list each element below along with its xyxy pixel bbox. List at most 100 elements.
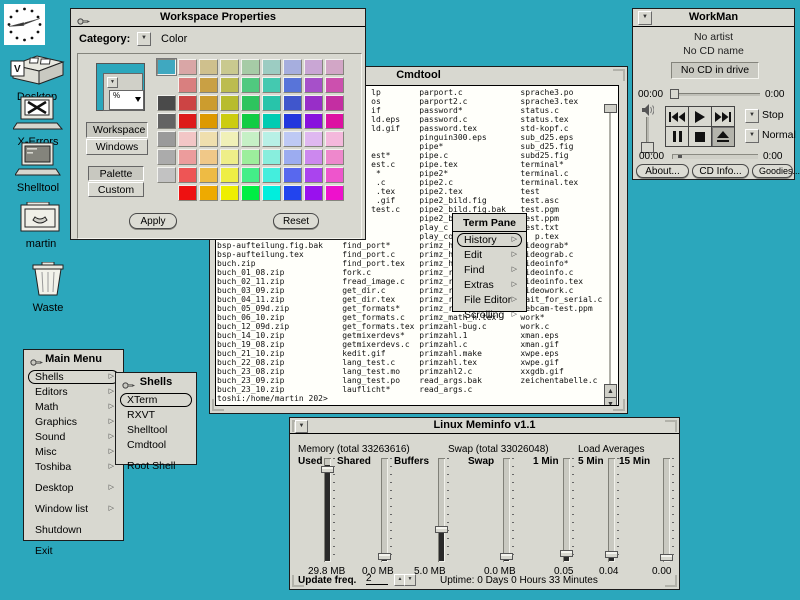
palette-swatch[interactable] (220, 185, 239, 201)
palette-button[interactable]: Palette (88, 166, 144, 181)
palette-swatch[interactable] (157, 95, 176, 111)
palette-swatch[interactable] (241, 185, 260, 201)
track-slider-handle[interactable] (670, 89, 679, 99)
palette-swatch[interactable] (304, 95, 323, 111)
palette-swatch[interactable] (325, 113, 344, 129)
palette-swatch[interactable] (283, 149, 302, 165)
palette-swatch[interactable] (220, 167, 239, 183)
palette-swatch[interactable] (262, 131, 281, 147)
palette-swatch[interactable] (199, 95, 218, 111)
palette-swatch[interactable] (262, 113, 281, 129)
windows-button[interactable]: Windows (86, 139, 148, 155)
palette-swatch[interactable] (304, 113, 323, 129)
slider-track-swap[interactable] (503, 458, 510, 562)
update-freq-input[interactable]: 2 (366, 573, 388, 585)
palette-swatch[interactable] (220, 113, 239, 129)
main-menu-item-misc[interactable]: Misc▷ (28, 445, 119, 459)
term-pane-item-history[interactable]: History▷ (457, 233, 522, 247)
palette-swatch[interactable] (199, 113, 218, 129)
palette-swatch[interactable] (157, 131, 176, 147)
waste-icon[interactable]: Waste (28, 262, 68, 314)
shells-item-root-shell[interactable]: Root Shell (120, 459, 192, 473)
slider-track-shared[interactable] (381, 458, 388, 562)
martin-folder-icon[interactable]: martin (18, 202, 64, 250)
palette-swatch[interactable] (199, 59, 218, 75)
palette-swatch[interactable] (325, 131, 344, 147)
palette-swatch[interactable] (262, 59, 281, 75)
scrollbar-down-button[interactable]: ▼ (604, 397, 617, 406)
palette-swatch[interactable] (220, 95, 239, 111)
slider-track-1-min[interactable] (563, 458, 570, 562)
palette-swatch[interactable] (241, 77, 260, 93)
palette-swatch[interactable] (283, 95, 302, 111)
palette-swatch[interactable] (325, 59, 344, 75)
term-pane-item-extras[interactable]: Extras▷ (457, 278, 522, 292)
category-menu-button[interactable]: ▼ (137, 32, 151, 46)
prev-track-button[interactable] (665, 106, 689, 127)
palette-swatch[interactable] (157, 167, 176, 183)
shells-item-rxvt[interactable]: RXVT (120, 408, 192, 422)
palette-swatch[interactable] (199, 149, 218, 165)
palette-swatch[interactable] (283, 167, 302, 183)
palette-swatch[interactable] (178, 59, 197, 75)
palette-swatch[interactable] (304, 131, 323, 147)
palette-swatch[interactable] (199, 167, 218, 183)
palette-swatch[interactable] (199, 131, 218, 147)
main-menu-item-sound[interactable]: Sound▷ (28, 430, 119, 444)
shells-item-cmdtool[interactable]: Cmdtool (120, 438, 192, 452)
palette-swatch[interactable] (262, 149, 281, 165)
props-titlebar[interactable]: Workspace Properties (71, 9, 365, 27)
palette-swatch[interactable] (157, 149, 176, 165)
palette-swatch[interactable] (157, 113, 176, 129)
palette-swatch[interactable] (241, 167, 260, 183)
palette-swatch[interactable] (283, 59, 302, 75)
palette-swatch[interactable] (304, 185, 323, 201)
slider-track-15-min[interactable] (663, 458, 670, 562)
palette-swatch[interactable] (241, 113, 260, 129)
palette-swatch[interactable] (262, 95, 281, 111)
palette-swatch[interactable] (220, 131, 239, 147)
palette-swatch[interactable] (157, 59, 176, 75)
slider-track-buffers[interactable] (438, 458, 445, 562)
palette-swatch[interactable] (262, 77, 281, 93)
workspace-button[interactable]: Workspace (86, 122, 148, 138)
palette-swatch[interactable] (325, 167, 344, 183)
palette-swatch[interactable] (304, 59, 323, 75)
palette-swatch[interactable] (262, 185, 281, 201)
palette-swatch[interactable] (199, 185, 218, 201)
main-menu-titlebar[interactable]: Main Menu (24, 350, 123, 369)
palette-swatch[interactable] (241, 131, 260, 147)
apply-button[interactable]: Apply (129, 213, 177, 229)
workman-titlebar[interactable]: ▼ WorkMan (633, 9, 794, 27)
slider-track-5-min[interactable] (608, 458, 615, 562)
palette-swatch[interactable] (283, 77, 302, 93)
reset-button[interactable]: Reset (273, 213, 319, 229)
term-pane-item-file-editor[interactable]: File Editor▷ (457, 293, 522, 307)
palette-swatch[interactable] (283, 185, 302, 201)
palette-swatch[interactable] (262, 167, 281, 183)
shells-titlebar[interactable]: Shells (116, 373, 196, 392)
main-menu-item-window-list[interactable]: Window list▷ (28, 502, 119, 516)
eject-button[interactable] (711, 126, 735, 147)
clock-icon[interactable] (4, 4, 45, 50)
term-pane-item-edit[interactable]: Edit▷ (457, 248, 522, 262)
palette-swatch[interactable] (220, 77, 239, 93)
palette-swatch[interactable] (241, 149, 260, 165)
main-menu-item-math[interactable]: Math▷ (28, 400, 119, 414)
palette-swatch[interactable] (220, 59, 239, 75)
palette-swatch[interactable] (304, 167, 323, 183)
palette-swatch[interactable] (241, 95, 260, 111)
scrollbar-top-anchor[interactable] (604, 104, 617, 113)
volume-mode-menu-button[interactable]: ▼ (745, 129, 759, 143)
main-menu-item-editors[interactable]: Editors▷ (28, 385, 119, 399)
cd-progress-bar[interactable] (672, 154, 758, 159)
palette-swatch[interactable] (178, 95, 197, 111)
palette-swatch[interactable] (178, 167, 197, 183)
palette-swatch[interactable] (241, 59, 260, 75)
play-button[interactable] (688, 106, 712, 127)
stop-button[interactable] (688, 126, 712, 147)
pushpin-icon[interactable] (77, 13, 90, 31)
main-menu-item-shutdown[interactable]: Shutdown (28, 523, 119, 537)
shells-item-xterm[interactable]: XTerm (120, 393, 192, 407)
palette-swatch[interactable] (178, 77, 197, 93)
